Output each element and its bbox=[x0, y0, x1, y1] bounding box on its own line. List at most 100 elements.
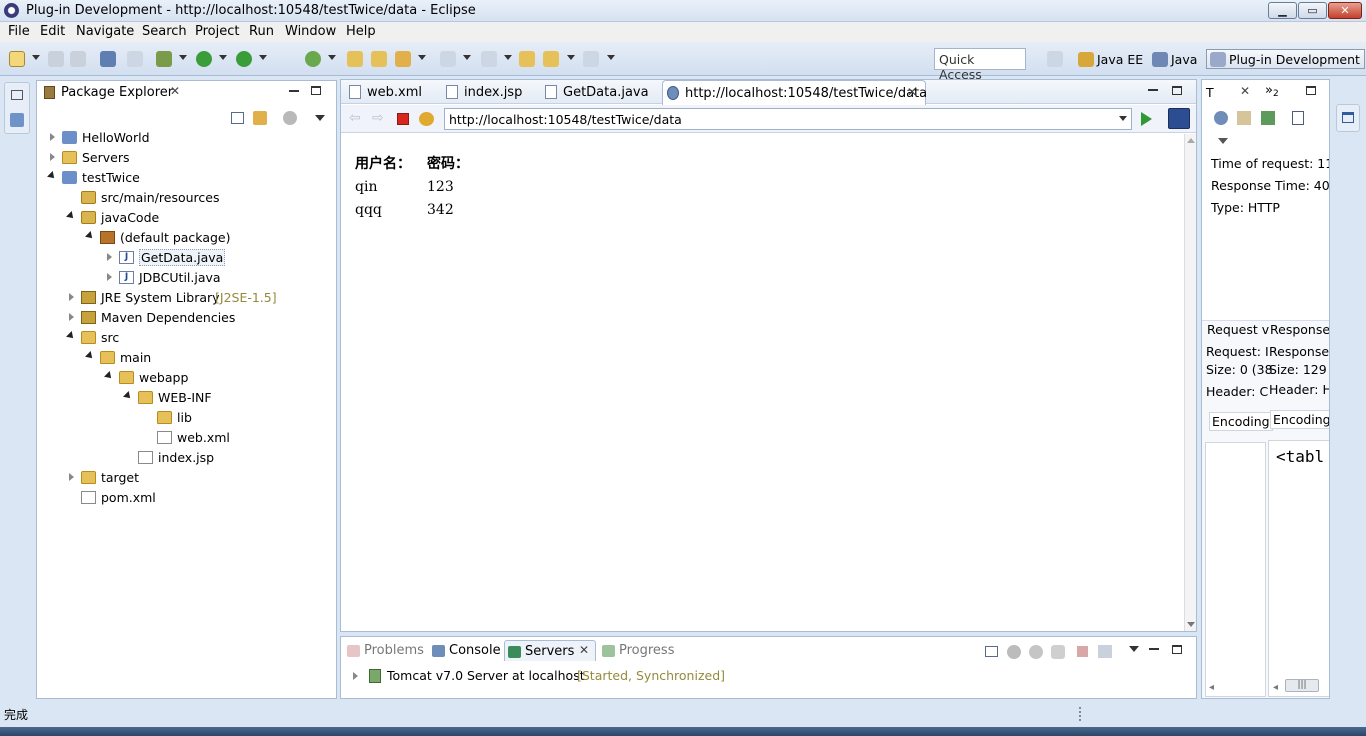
quick-access-input[interactable]: Quick Access bbox=[934, 48, 1026, 82]
request-body-area[interactable] bbox=[1205, 442, 1266, 697]
expanded-arrow-icon[interactable] bbox=[85, 231, 95, 241]
annotation-next-dropdown-icon[interactable] bbox=[463, 55, 471, 60]
publish-icon[interactable] bbox=[1098, 645, 1112, 658]
open-task-icon[interactable] bbox=[371, 51, 387, 67]
expanded-arrow-icon[interactable] bbox=[123, 391, 133, 401]
maximize-view-icon[interactable] bbox=[1172, 645, 1182, 654]
response-body-area[interactable]: <tabl bbox=[1268, 440, 1329, 697]
sort-icon[interactable] bbox=[1214, 111, 1228, 125]
annotation-next-icon[interactable] bbox=[440, 51, 456, 67]
maximize-view-icon[interactable] bbox=[311, 86, 321, 95]
clear-icon[interactable] bbox=[1237, 111, 1251, 125]
tab-web-xml[interactable]: web.xml bbox=[345, 80, 422, 104]
save-icon[interactable] bbox=[48, 51, 64, 67]
stop-icon[interactable] bbox=[397, 113, 409, 125]
url-history-dropdown-icon[interactable] bbox=[1119, 116, 1127, 121]
menu-navigate[interactable]: Navigate bbox=[76, 24, 134, 39]
perspective-java[interactable]: Java bbox=[1149, 50, 1201, 70]
close-tab-icon[interactable]: ✕ bbox=[1240, 84, 1250, 98]
close-tab-icon[interactable]: ✕ bbox=[579, 643, 589, 657]
minimize-view-icon[interactable] bbox=[1149, 648, 1159, 650]
run-dropdown-icon[interactable] bbox=[219, 55, 227, 60]
horizontal-scroll-thumb[interactable]: ||| bbox=[1285, 679, 1319, 692]
scroll-down-icon[interactable] bbox=[1187, 622, 1195, 627]
menu-help[interactable]: Help bbox=[346, 24, 376, 39]
expanded-arrow-icon[interactable] bbox=[85, 351, 95, 361]
tab-monitor[interactable]: T bbox=[1206, 85, 1214, 100]
tab-servers[interactable]: Servers ✕ bbox=[504, 640, 596, 661]
view-menu-icon[interactable] bbox=[1218, 138, 1228, 144]
link-with-editor-icon[interactable] bbox=[253, 111, 267, 125]
forward-arrow-icon[interactable]: ⇨ bbox=[372, 111, 386, 125]
collapsed-arrow-icon[interactable] bbox=[107, 253, 112, 261]
debug-icon[interactable] bbox=[156, 51, 172, 67]
perspective-java-ee[interactable]: Java EE bbox=[1075, 50, 1147, 70]
annotation-prev-icon[interactable] bbox=[481, 51, 497, 67]
skip-breakpoints-icon[interactable] bbox=[127, 51, 143, 67]
document-icon[interactable] bbox=[1292, 111, 1304, 125]
scroll-left-icon[interactable]: ◂ bbox=[1209, 682, 1214, 693]
minimize-view-icon[interactable] bbox=[289, 90, 299, 92]
collapsed-arrow-icon[interactable] bbox=[69, 473, 74, 481]
more-tabs-chevron[interactable]: » bbox=[1265, 83, 1273, 98]
new-icon[interactable] bbox=[9, 51, 25, 67]
menu-project[interactable]: Project bbox=[195, 24, 239, 39]
external-tools-icon[interactable] bbox=[236, 51, 252, 67]
focus-on-task-icon[interactable] bbox=[283, 111, 297, 125]
collapsed-arrow-icon[interactable] bbox=[69, 293, 74, 301]
open-console-icon[interactable] bbox=[100, 51, 116, 67]
tab-progress[interactable]: Progress bbox=[599, 640, 674, 661]
collapsed-arrow-icon[interactable] bbox=[50, 133, 55, 141]
tab-browser[interactable]: http://localhost:10548/testTwice/data ✕ bbox=[662, 80, 927, 105]
maximize-view-icon[interactable] bbox=[1306, 86, 1316, 95]
package-explorer-tab[interactable]: Package Explorer bbox=[61, 85, 173, 100]
perspective-plugin-development[interactable]: Plug-in Development bbox=[1206, 49, 1365, 69]
expanded-arrow-icon[interactable] bbox=[47, 171, 57, 181]
new-server-dropdown-icon[interactable] bbox=[328, 55, 336, 60]
expanded-arrow-icon[interactable] bbox=[66, 331, 76, 341]
search-dropdown-icon[interactable] bbox=[418, 55, 426, 60]
maximize-editor-icon[interactable] bbox=[1172, 86, 1182, 95]
go-icon[interactable] bbox=[1141, 112, 1152, 126]
minimize-editor-icon[interactable] bbox=[1148, 89, 1158, 91]
collapsed-arrow-icon[interactable] bbox=[69, 313, 74, 321]
menu-window[interactable]: Window bbox=[285, 24, 336, 39]
view-menu-icon[interactable] bbox=[1129, 646, 1139, 652]
close-tab-icon[interactable]: ✕ bbox=[170, 84, 180, 98]
back-dropdown-icon[interactable] bbox=[567, 55, 575, 60]
expanded-arrow-icon[interactable] bbox=[104, 371, 114, 381]
maximize-button[interactable]: ▭ bbox=[1298, 2, 1327, 19]
stop-server-icon[interactable] bbox=[1077, 646, 1088, 657]
open-perspective-icon[interactable] bbox=[1047, 51, 1063, 67]
collapsed-arrow-icon[interactable] bbox=[107, 273, 112, 281]
refresh-icon[interactable] bbox=[419, 112, 434, 126]
view-menu-icon[interactable] bbox=[315, 115, 325, 121]
start-server-icon[interactable] bbox=[1029, 645, 1043, 659]
forward-icon[interactable] bbox=[583, 51, 599, 67]
menu-edit[interactable]: Edit bbox=[40, 24, 65, 39]
new-server-icon[interactable] bbox=[305, 51, 321, 67]
tab-console[interactable]: Console bbox=[429, 640, 501, 661]
scroll-left-icon[interactable]: ◂ bbox=[1273, 682, 1278, 693]
restore-view-icon[interactable] bbox=[1342, 112, 1354, 123]
tab-getdata-java[interactable]: GetData.java bbox=[541, 80, 649, 104]
back-icon[interactable] bbox=[543, 51, 559, 67]
vertical-scrollbar[interactable] bbox=[1184, 134, 1196, 631]
menu-run[interactable]: Run bbox=[249, 24, 274, 39]
expand-arrow-icon[interactable] bbox=[353, 672, 358, 680]
close-button[interactable]: ✕ bbox=[1328, 2, 1362, 19]
response-encoding-select[interactable]: Encoding bbox=[1270, 410, 1329, 429]
minimize-button[interactable]: ▁ bbox=[1268, 2, 1297, 19]
request-encoding-select[interactable]: Encoding bbox=[1209, 412, 1273, 431]
close-tab-icon[interactable]: ✕ bbox=[907, 85, 917, 99]
collapse-all-icon[interactable] bbox=[231, 112, 244, 124]
new-dropdown-icon[interactable] bbox=[32, 55, 40, 60]
collapsed-arrow-icon[interactable] bbox=[50, 153, 55, 161]
external-tools-dropdown-icon[interactable] bbox=[259, 55, 267, 60]
tab-index-jsp[interactable]: index.jsp bbox=[442, 80, 522, 104]
forward-dropdown-icon[interactable] bbox=[607, 55, 615, 60]
annotation-prev-dropdown-icon[interactable] bbox=[504, 55, 512, 60]
url-input[interactable] bbox=[444, 108, 1132, 130]
menu-file[interactable]: File bbox=[8, 24, 30, 39]
back-arrow-icon[interactable]: ⇦ bbox=[349, 111, 363, 125]
